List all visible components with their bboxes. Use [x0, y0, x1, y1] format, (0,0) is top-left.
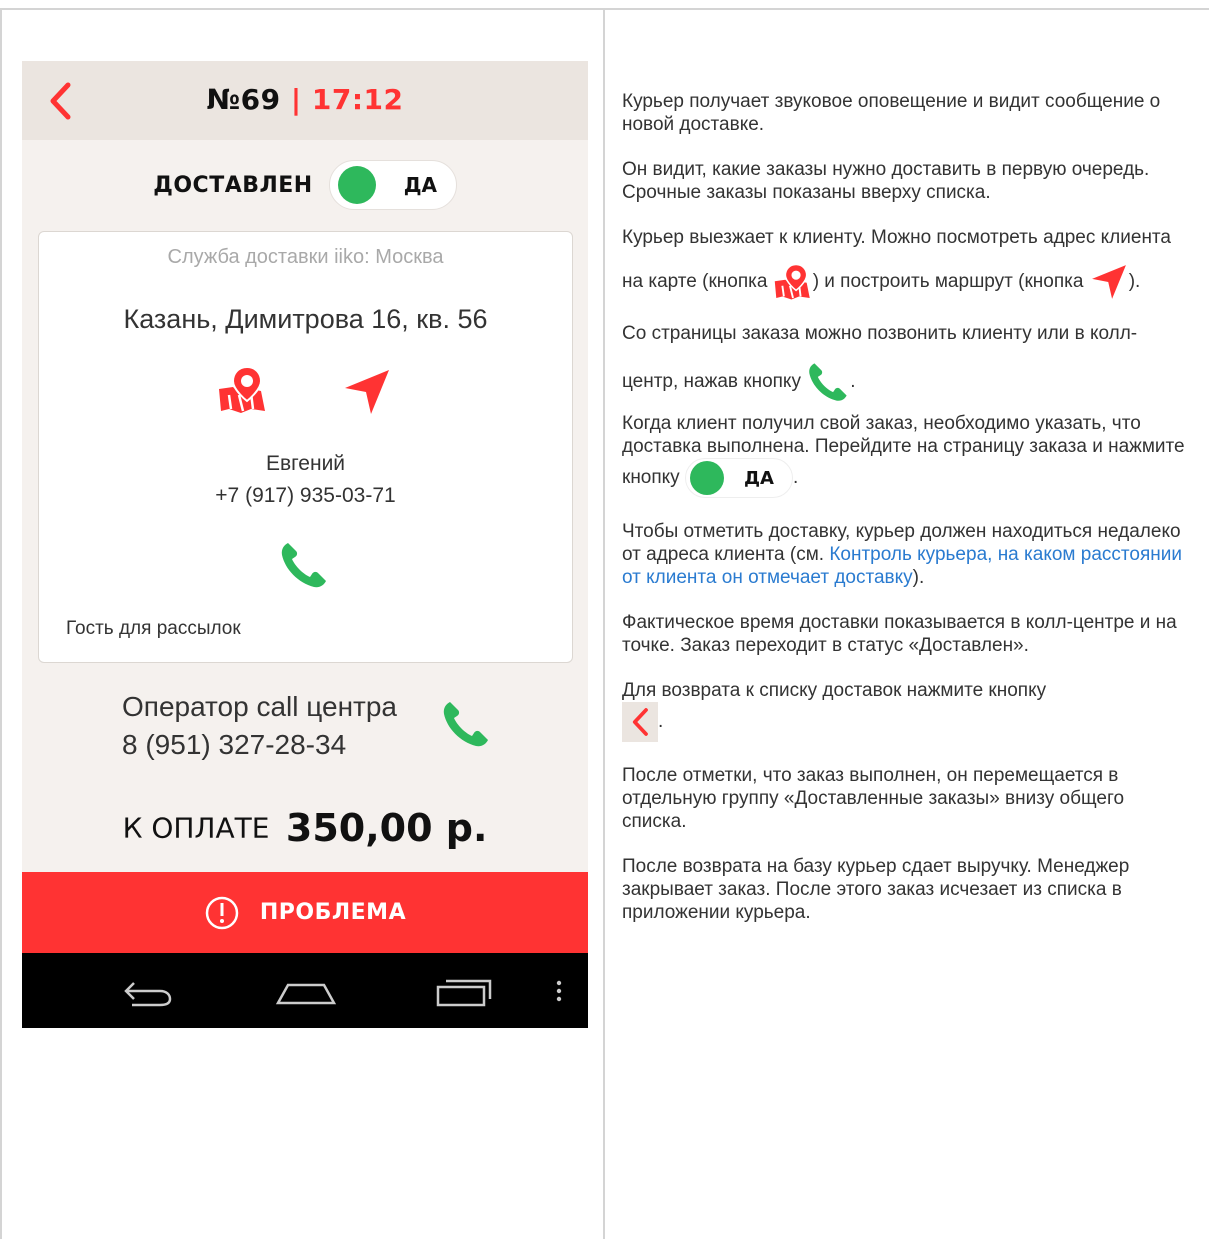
chevron-left-icon	[632, 708, 648, 736]
toggle-yes-illustration: ДА	[684, 458, 793, 498]
desc-p8-text-a: Для возврата к списку доставок нажмите к…	[622, 680, 1047, 701]
desc-paragraph-8: Для возврата к списку доставок нажмите к…	[622, 679, 1192, 742]
phone-icon	[443, 702, 488, 747]
desc-paragraph-2: Он видит, какие заказы нужно доставить в…	[622, 159, 1150, 203]
toggle-yes-label: ДА	[743, 467, 774, 489]
phone-icon	[281, 543, 326, 588]
desc-p3-text-b: ) и построить маршрут (кнопка	[812, 271, 1084, 292]
client-phone: +7 (917) 935-03-71	[215, 484, 396, 507]
toggle-knob	[337, 166, 376, 204]
map-pin-icon	[219, 365, 265, 413]
delivered-row: ДОСТАВЛЕН ДА	[22, 159, 588, 211]
android-nav-bar	[22, 953, 588, 1028]
desc-p4-text-b: .	[850, 371, 856, 392]
desc-paragraph-1: Курьер получает звуковое оповещение и ви…	[622, 91, 1161, 135]
desc-p5-text-b: .	[792, 467, 799, 489]
payment-label: К ОПЛАТЕ	[122, 811, 270, 845]
desc-paragraph-3: Курьер выезжает к клиенту. Можно посмотр…	[622, 216, 1192, 304]
order-time: 17:12	[311, 83, 404, 116]
desc-paragraph-9: После отметки, что заказ выполнен, он пе…	[622, 765, 1125, 832]
operator-label: Оператор call центра	[122, 691, 397, 722]
desc-paragraph-4: Со страницы заказа можно позвонить клиен…	[622, 310, 1192, 406]
order-card: Служба доставки iiko: Москва Казань, Дим…	[38, 231, 573, 663]
column-divider	[603, 8, 605, 1239]
call-operator-button[interactable]	[440, 698, 492, 750]
delivery-service: Служба доставки iiko: Москва	[167, 246, 444, 268]
android-back-icon[interactable]	[120, 971, 176, 1011]
payment-amount: 350,00 р.	[285, 806, 488, 850]
operator-phone: 8 (951) 327-28-34	[122, 729, 347, 760]
phone-screen: №69 | 17:12 ДОСТАВЛЕН ДА Служба доставки…	[22, 61, 588, 1028]
route-button[interactable]	[341, 366, 393, 418]
desc-paragraph-5: Когда клиент получил свой заказ, необход…	[622, 412, 1192, 498]
order-number: №69	[206, 83, 281, 116]
description-column: Курьер получает звуковое оповещение и ви…	[622, 90, 1192, 924]
desc-paragraph-10: После возврата на базу курьер сдает выру…	[622, 856, 1130, 923]
delivered-label: ДОСТАВЛЕН	[153, 172, 313, 198]
guest-label: Гость для рассылок	[66, 618, 241, 639]
order-header: №69 | 17:12	[22, 61, 588, 140]
call-client-button[interactable]	[278, 539, 330, 591]
android-recents-icon[interactable]	[434, 971, 494, 1011]
desc-p4-text-a: Со страницы заказа можно позвонить клиен…	[622, 323, 1138, 392]
map-pin-button[interactable]	[217, 365, 269, 415]
toggle-knob	[689, 461, 724, 495]
order-title: №69 | 17:12	[22, 83, 588, 116]
client-address: Казань, Димитрова 16, кв. 56	[123, 304, 488, 334]
android-home-icon[interactable]	[274, 971, 338, 1011]
phone-icon	[809, 363, 847, 401]
desc-p6-text-b: ).	[912, 567, 925, 588]
problem-button[interactable]: ПРОБЛЕМА	[22, 872, 588, 953]
navigation-arrow-icon	[345, 370, 389, 414]
payment-row: К ОПЛАТЕ 350,00 р.	[22, 806, 588, 850]
navigation-arrow-icon	[1091, 265, 1126, 299]
desc-p3-text-c: ).	[1128, 271, 1141, 292]
toggle-yes-label: ДА	[403, 173, 438, 197]
desc-paragraph-7: Фактическое время доставки показывается …	[622, 612, 1177, 656]
back-button-illustration	[622, 702, 658, 742]
title-separator: |	[290, 83, 302, 116]
problem-label: ПРОБЛЕМА	[259, 900, 407, 925]
desc-paragraph-6: Чтобы отметить доставку, курьер должен н…	[622, 520, 1192, 589]
client-name: Евгений	[265, 452, 346, 475]
page-frame-left	[0, 8, 2, 1239]
android-menu-icon[interactable]	[552, 971, 566, 1011]
delivered-toggle[interactable]: ДА	[328, 160, 457, 210]
desc-p8-text-b: .	[658, 711, 664, 733]
map-pin-icon	[774, 263, 810, 300]
exclamation-icon	[205, 896, 239, 929]
